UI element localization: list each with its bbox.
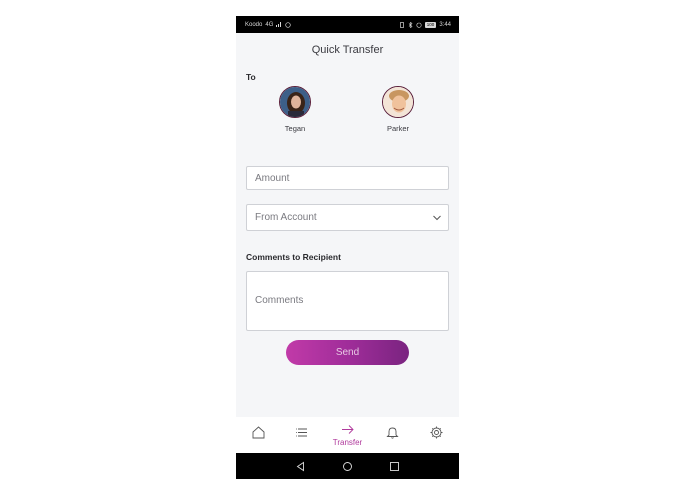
- network-label: 4G: [265, 21, 274, 28]
- nav-settings[interactable]: [422, 425, 452, 440]
- chevron-down-icon: [433, 215, 441, 220]
- whatsapp-icon: [285, 21, 292, 28]
- to-label: To: [246, 72, 256, 82]
- home-circle-icon[interactable]: [342, 461, 353, 472]
- comments-label: Comments to Recipient: [246, 252, 341, 262]
- clock: 3:44: [439, 21, 451, 28]
- nav-transfer-label: Transfer: [332, 438, 363, 447]
- alarm-icon: [416, 22, 422, 28]
- bell-icon: [385, 427, 399, 439]
- nav-transfer[interactable]: Transfer: [332, 422, 362, 447]
- android-nav-bar: [236, 453, 459, 479]
- send-button[interactable]: Send: [286, 340, 409, 365]
- page-title: Quick Transfer: [311, 44, 384, 56]
- amount-input[interactable]: [255, 172, 448, 184]
- comments-field[interactable]: [246, 271, 449, 331]
- arrow-right-icon: [341, 425, 354, 434]
- nav-notifications[interactable]: [377, 425, 407, 440]
- from-account-select[interactable]: From Account: [246, 204, 449, 231]
- gear-icon: [430, 426, 443, 439]
- recipient-name: Tegan: [284, 124, 306, 133]
- phone-screen: Koodo 4G 100 3:44 Quick Transfer To Tega…: [236, 16, 459, 479]
- nav-home[interactable]: [243, 425, 273, 440]
- bluetooth-icon: [408, 21, 413, 28]
- comments-input[interactable]: [255, 272, 448, 330]
- signal-icon: [276, 22, 282, 27]
- recipient-parker[interactable]: Parker: [373, 86, 423, 133]
- avatar: [382, 86, 414, 118]
- back-icon[interactable]: [295, 461, 306, 472]
- carrier-label: Koodo: [245, 21, 263, 28]
- amount-field[interactable]: [246, 166, 449, 190]
- recents-icon[interactable]: [389, 461, 400, 472]
- from-account-value: From Account: [255, 212, 317, 223]
- avatar: [279, 86, 311, 118]
- nav-list[interactable]: [288, 425, 318, 440]
- battery-indicator: 100: [424, 21, 437, 28]
- home-icon: [252, 426, 265, 439]
- recipient-name: Parker: [386, 124, 410, 133]
- list-icon: [296, 428, 308, 437]
- recipient-tegan[interactable]: Tegan: [270, 86, 320, 133]
- vibrate-icon: [399, 21, 404, 28]
- status-bar: Koodo 4G 100 3:44: [236, 16, 459, 33]
- bottom-nav: Transfer: [236, 417, 459, 453]
